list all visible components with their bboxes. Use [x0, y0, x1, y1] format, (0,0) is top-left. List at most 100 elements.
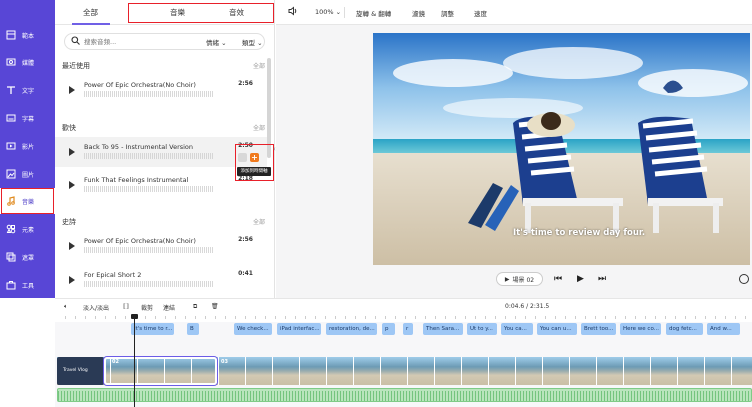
volume-icon[interactable] — [288, 6, 298, 18]
ruler-tick — [435, 316, 436, 319]
text-icon — [5, 85, 16, 96]
waveform — [84, 247, 214, 253]
subtitle-clip[interactable]: We check... — [234, 323, 272, 335]
zoom-select[interactable]: 100% ⌄ — [315, 8, 341, 16]
play-icon[interactable] — [69, 242, 75, 250]
video-caption[interactable]: It's time to review day four. — [513, 228, 645, 238]
mood-filter-select[interactable]: 情緒 ⌄ — [206, 37, 227, 47]
sidebar-item-elements[interactable]: 元素 — [0, 216, 55, 242]
video-frame-thumbnail — [651, 357, 678, 385]
play-icon[interactable] — [69, 148, 75, 156]
sidebar-item-subtitle[interactable]: 字幕 — [0, 105, 55, 131]
ruler-tick — [75, 316, 76, 319]
ruler-tick — [745, 316, 746, 319]
edit-toolbar: 100% ⌄ 旋轉 & 翻轉 濾鏡 調整 速度 — [276, 0, 752, 25]
speed-button[interactable]: 速度 — [474, 8, 487, 18]
tab-all[interactable]: 全部 — [83, 7, 98, 18]
split-icon[interactable]: ⟦⟧ — [123, 303, 129, 310]
see-all-link[interactable]: 全部 — [253, 61, 265, 70]
sidebar-item-label: 文字 — [22, 87, 35, 95]
video-frame-thumbnail — [354, 357, 381, 385]
genre-filter-select[interactable]: 類型 ⌄ — [242, 37, 263, 47]
play-icon[interactable] — [69, 276, 75, 284]
sidebar-item-image[interactable]: 圖片 — [0, 161, 55, 187]
ruler-tick — [95, 316, 96, 319]
playhead-handle[interactable] — [131, 314, 138, 319]
subtitle-clip[interactable]: It's time to r... — [131, 323, 174, 335]
volume-icon[interactable]: 🔈︎ — [64, 303, 68, 311]
video-frame-thumbnail — [381, 357, 408, 385]
sidebar-item-label: 工具 — [22, 282, 35, 290]
subtitle-clip[interactable]: You can u... — [537, 323, 577, 335]
sidebar-item-video[interactable]: 影片 — [0, 133, 55, 159]
subtitle-clip[interactable]: And w... — [707, 323, 740, 335]
sidebar-item-template[interactable]: 範本 — [0, 22, 55, 48]
waveform — [84, 91, 214, 97]
subtitle-clip[interactable]: iPad interfac... — [277, 323, 321, 335]
track-name: For Epical Short 2 — [84, 271, 142, 279]
fade-button[interactable]: 淡入/淡出 — [83, 303, 109, 312]
play-icon[interactable] — [69, 181, 75, 189]
sidebar-item-media[interactable]: 媒體 — [0, 49, 55, 75]
ruler-tick — [525, 316, 526, 319]
next-icon[interactable]: ⏭ — [598, 274, 606, 284]
scene-selector[interactable]: ▶ 場景 02 — [496, 272, 543, 286]
ruler-tick — [625, 316, 626, 319]
list-item[interactable]: Power Of Epic Orchestra(No Choir) 2:56 — [55, 75, 267, 105]
track-name: Back To 95 - Instrumental Version — [84, 143, 194, 151]
ruler-tick — [175, 316, 176, 319]
crop-button[interactable]: 裁剪 — [141, 303, 153, 312]
delete-icon[interactable]: 🗑︎ — [211, 303, 219, 310]
see-all-link[interactable]: 全部 — [253, 123, 265, 132]
search-input[interactable] — [84, 37, 184, 46]
see-all-link[interactable]: 全部 — [253, 217, 265, 226]
subtitle-clip[interactable]: r — [403, 323, 413, 335]
ruler-tick — [685, 316, 686, 319]
previous-icon[interactable]: ⏮ — [554, 274, 562, 284]
sidebar-item-overlay[interactable]: 遮罩 — [0, 244, 55, 270]
timeline-ruler[interactable] — [55, 314, 752, 322]
video-frame-thumbnail — [705, 357, 732, 385]
ruler-tick — [715, 316, 716, 319]
clock-icon[interactable] — [739, 274, 749, 284]
track-duration: 2:56 — [238, 80, 253, 87]
search-icon — [71, 36, 80, 47]
subtitle-clip[interactable]: dog fetc... — [666, 323, 703, 335]
ruler-tick — [295, 316, 296, 319]
ruler-tick — [275, 316, 276, 319]
selected-video-clip[interactable] — [104, 357, 217, 385]
scrollbar[interactable] — [267, 58, 271, 158]
playhead[interactable] — [134, 316, 135, 407]
list-item[interactable]: For Epical Short 2 0:41 — [55, 265, 267, 295]
waveform — [84, 186, 214, 192]
video-frame-thumbnail — [516, 357, 543, 385]
ruler-tick — [705, 316, 706, 319]
ruler-tick — [155, 316, 156, 319]
list-item[interactable]: Power Of Epic Orchestra(No Choir) 2:56 — [55, 231, 267, 261]
section-title: 史詩 — [62, 218, 76, 226]
sidebar-item-text[interactable]: 文字 — [0, 77, 55, 103]
sidebar-item-tools[interactable]: 工具 — [0, 272, 55, 298]
ruler-tick — [415, 316, 416, 319]
subtitle-clip[interactable]: You ca... — [501, 323, 533, 335]
play-button[interactable]: ▶ — [577, 274, 584, 284]
play-icon[interactable] — [69, 86, 75, 94]
ruler-tick — [165, 316, 166, 319]
track-name: Power Of Epic Orchestra(No Choir) — [84, 81, 196, 89]
audio-track[interactable] — [57, 388, 752, 402]
filter-button[interactable]: 濾鏡 — [412, 8, 425, 18]
audio-waveform — [58, 391, 751, 401]
subtitle-clip[interactable]: Then Sara... — [423, 323, 463, 335]
ruler-tick — [105, 316, 106, 319]
subtitle-clip[interactable]: Here we co... — [620, 323, 661, 335]
subtitle-clip[interactable]: Ut to y... — [467, 323, 497, 335]
duplicate-icon[interactable]: ⧉ — [193, 303, 197, 311]
elements-icon — [5, 224, 16, 235]
subtitle-clip[interactable]: restoration, de... — [326, 323, 377, 335]
subtitle-clip[interactable]: p — [382, 323, 395, 335]
adjust-button[interactable]: 調整 — [441, 8, 454, 18]
subtitle-clip[interactable]: Brett too... — [581, 323, 616, 335]
rotate-flip-button[interactable]: 旋轉 & 翻轉 — [356, 8, 391, 18]
link-button[interactable]: 連結 — [163, 303, 175, 312]
subtitle-clip[interactable]: B — [187, 323, 199, 335]
